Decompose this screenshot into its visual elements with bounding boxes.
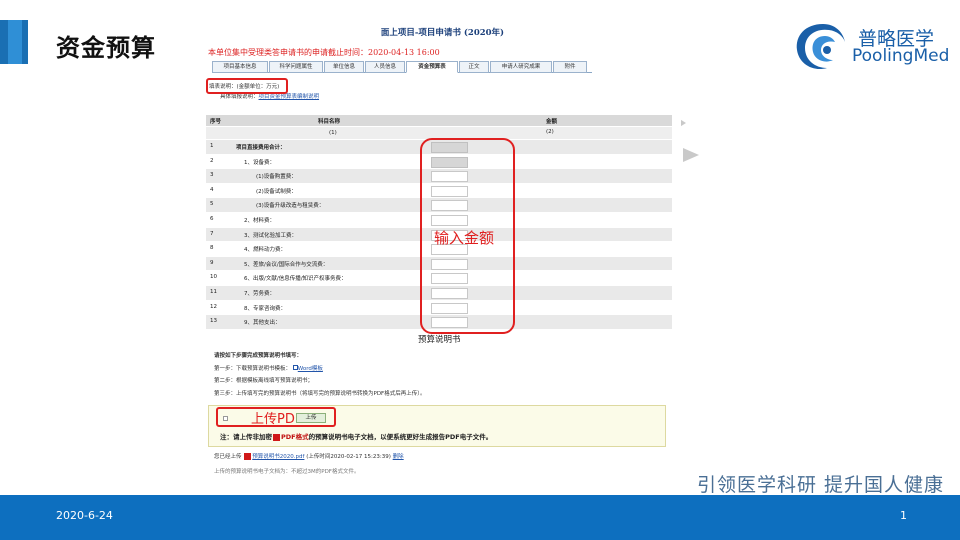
row-number: 4 xyxy=(210,186,214,193)
row-number: 1 xyxy=(210,143,214,149)
tab-budget[interactable]: 资金预算表 xyxy=(406,61,458,73)
row-item-name: 9、其他支出： xyxy=(244,320,281,327)
row-number: 10 xyxy=(210,274,217,281)
row-number: 5 xyxy=(210,201,214,208)
step-2: 第二步：根据模板离线填写预算说明书； xyxy=(214,378,314,384)
subheader-amount: (2) xyxy=(546,129,554,135)
word-template-link[interactable]: Word模板 xyxy=(298,366,323,372)
instructions-prefix: 具体填报说明： xyxy=(220,94,259,100)
budget-description-title: 预算说明书 xyxy=(418,335,461,345)
pdf-file-icon xyxy=(244,453,252,460)
row-number: 9 xyxy=(210,259,214,266)
row-number: 7 xyxy=(210,230,214,237)
pooling-logo-icon xyxy=(796,24,845,70)
row-number: 11 xyxy=(210,288,217,295)
row-item-name: 3、测试化验加工费： xyxy=(244,232,297,239)
row-item-name: 5、差旅/会议/国际合作与交流费： xyxy=(244,261,329,268)
row-item-name: (1)设备购置费： xyxy=(256,174,297,181)
tab-project-info[interactable]: 项目基本信息 xyxy=(212,61,268,73)
steps-intro: 请按如下步骤完成预算说明书填写： xyxy=(214,353,303,359)
decorative-arrow xyxy=(683,148,699,162)
budget-steps: 请按如下步骤完成预算说明书填写： 第一步：下载预算说明书模板： Word模板 第… xyxy=(214,350,425,400)
upload-note: 注：请上传非加密 PDF格式的预算说明书电子文档，以便系统更好生成报告PDF电子文… xyxy=(220,431,492,441)
row-number: 12 xyxy=(210,303,217,310)
file-size-note: 上传的预算说明书电子文档为：不超过3M的PDF格式文件。 xyxy=(214,469,360,475)
pdf-icon xyxy=(273,433,280,441)
row-item-name: 7、劳务费： xyxy=(244,290,275,297)
slogan: 引领医学科研 提升国人健康 xyxy=(697,474,945,496)
tab-science-attribute[interactable]: 科学问题属性 xyxy=(269,61,323,73)
tab-main-text[interactable]: 正文 xyxy=(459,61,489,73)
budget-form-screenshot: 面上项目-项目申请书 (2020年) 本单位集中受理类答申请书的申请截止时间：2… xyxy=(204,20,681,478)
tab-research-results[interactable]: 申请人研究成果 xyxy=(490,61,552,73)
deadline-notice: 本单位集中受理类答申请书的申请截止时间：2020-04-13 16:00 xyxy=(208,48,440,57)
tab-attachments[interactable]: 附件 xyxy=(553,61,587,73)
tab-unit-info[interactable]: 单位信息 xyxy=(324,61,364,73)
uploaded-file-link[interactable]: 预算说明书2020.pdf xyxy=(252,454,304,460)
row-number: 8 xyxy=(210,245,214,252)
row-item-name: 项目直接费用合计： xyxy=(236,145,286,151)
row-number: 2 xyxy=(210,157,214,164)
row-item-name: 1、设备费： xyxy=(244,159,275,166)
footer-page-number: 1 xyxy=(900,509,907,522)
row-item-name: 2、材料费： xyxy=(244,217,275,224)
row-item-name: 4、燃料动力费： xyxy=(244,247,286,254)
uploaded-prefix: 您已经上传 xyxy=(214,454,242,460)
delete-file-link[interactable]: 删除 xyxy=(393,454,404,460)
table-header-row: 序号 科目名称 金额 xyxy=(206,115,672,127)
row-item-name: (3)设备升级改造与租赁费： xyxy=(256,203,325,210)
row-item-name: (2)设备试制费： xyxy=(256,188,297,195)
row-number: 13 xyxy=(210,318,217,325)
annotation-enter-amount: 输入金额 xyxy=(434,229,495,247)
upload-note-prefix: 注：请上传非加密 xyxy=(220,433,272,441)
slide-title: 资金预算 xyxy=(56,34,156,62)
subheader-name: (1) xyxy=(329,130,337,136)
row-item-name: 6、出版/文献/信息传播/知识产权事务费： xyxy=(244,276,347,283)
footer-date: 2020-6-24 xyxy=(56,509,113,522)
step-3: 第三步：上传填写完的预算说明书（将填写完的预算说明书转换为PDF格式后再上传）。 xyxy=(214,390,426,397)
budget-guide-link[interactable]: 项目资金预算表编制说明 xyxy=(259,94,320,100)
upload-note-suffix: 的预算说明书电子文档，以便系统更好生成报告PDF电子文件。 xyxy=(308,433,493,441)
tab-personnel-info[interactable]: 人员信息 xyxy=(365,61,405,73)
highlight-unit-box xyxy=(206,78,288,94)
upload-note-format: PDF格式 xyxy=(281,433,309,441)
header-amount: 金额 xyxy=(546,119,558,125)
footer-bar xyxy=(0,495,960,540)
uploaded-file-info: 您已经上传 预算说明书2020.pdf (上传时间2020-02-17 15:2… xyxy=(214,452,404,460)
title-accent-bar-inner xyxy=(8,20,22,64)
row-item-name: 8、专家咨询费： xyxy=(244,305,286,312)
highlight-upload-box xyxy=(216,407,336,427)
header-name: 科目名称 xyxy=(318,119,341,125)
form-title: 面上项目-项目申请书 (2020年) xyxy=(380,28,505,38)
header-no: 序号 xyxy=(210,119,222,125)
row-number: 3 xyxy=(210,172,214,179)
form-tabs: 项目基本信息 科学问题属性 单位信息 人员信息 资金预算表 正文 申请人研究成果… xyxy=(212,61,592,73)
step-1: 第一步：下载预算说明书模板： Word模板 xyxy=(214,363,425,376)
logo-name-en: PoolingMed xyxy=(852,46,950,66)
step-1-text: 第一步：下载预算说明书模板： xyxy=(214,365,292,372)
uploaded-time: (上传时间2020-02-17 15:23:39) xyxy=(306,454,391,460)
row-number: 6 xyxy=(210,215,214,222)
